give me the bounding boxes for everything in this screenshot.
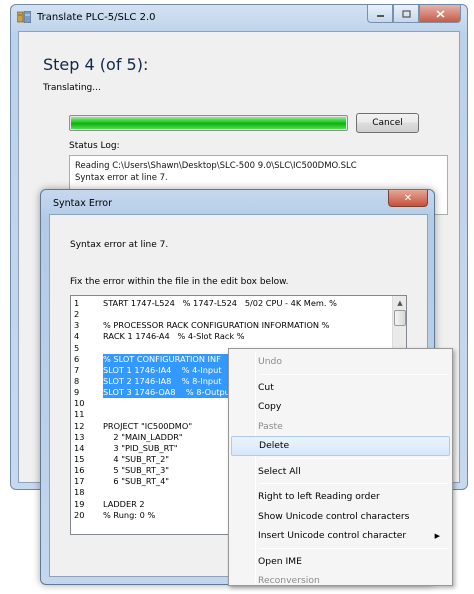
menu-item-label: Cut: [258, 381, 274, 393]
line-number: 16: [74, 465, 85, 476]
chevron-right-icon: ▶: [434, 532, 440, 540]
minimize-icon: [376, 14, 384, 17]
status-log-label: Status Log:: [69, 141, 120, 151]
line-number: 9: [74, 387, 80, 398]
line-number: 3: [74, 320, 80, 331]
line-text: START 1747-L524 % 1747-L524 5/02 CPU - 4…: [103, 298, 337, 308]
line-number: 19: [74, 498, 85, 509]
line-number: 4: [74, 331, 80, 342]
menu-separator: [259, 457, 448, 459]
line-number: 12: [74, 420, 85, 431]
line-number: 7: [74, 364, 80, 375]
title-bar[interactable]: Translate PLC-5/SLC 2.0: [11, 5, 467, 31]
cancel-button[interactable]: Cancel: [356, 113, 419, 133]
menu-item-label: Undo: [258, 356, 283, 367]
menu-item-label: Show Unicode control characters: [258, 510, 410, 522]
menu-item-label: Select All: [258, 465, 301, 477]
progress-fill: [71, 117, 346, 129]
code-line[interactable]: 2: [71, 309, 392, 320]
menu-item-insert-unicode-control-character[interactable]: Insert Unicode control character ▶: [231, 526, 450, 546]
line-number: 14: [74, 442, 85, 453]
code-line[interactable]: 4 RACK 1 1746-A4 % 4-Slot Rack %: [71, 331, 392, 342]
close-button[interactable]: [419, 5, 461, 23]
dialog-close-button[interactable]: ✕: [388, 190, 428, 207]
menu-item-label: Reconversion: [258, 575, 320, 586]
line-text: LADDER 2: [103, 498, 145, 509]
menu-item-label: Delete: [259, 440, 290, 451]
line-number: 2: [74, 309, 80, 320]
line-text: 5 "SUB_RT_3": [103, 465, 170, 476]
menu-item-label: Copy: [258, 401, 282, 412]
line-number: 15: [74, 453, 85, 464]
line-text: PROJECT "IC500DMO": [103, 420, 193, 431]
line-number: 10: [74, 398, 85, 409]
menu-item-label: Paste: [258, 420, 283, 432]
maximize-icon: [401, 9, 411, 18]
menu-separator: [259, 483, 448, 484]
line-number: 13: [74, 431, 85, 442]
translate-app-icon: [17, 11, 31, 23]
line-number: 11: [74, 409, 85, 420]
menu-item-show-unicode-control-characters[interactable]: Show Unicode control characters: [231, 507, 450, 527]
menu-item-right-to-left-reading-order[interactable]: Right to left Reading order: [231, 487, 450, 507]
scroll-thumb[interactable]: [394, 310, 406, 326]
error-message: Syntax error at line 7.: [70, 240, 169, 250]
code-line[interactable]: 1 START 1747-L524 % 1747-L524 5/02 CPU - …: [71, 298, 392, 309]
line-text: 2 "MAIN_LADDR": [103, 431, 183, 442]
context-menu: Undo Cut Copy Paste Delete Select All Right to…: [228, 348, 453, 586]
close-icon: ✕: [403, 192, 413, 204]
line-number: 20: [74, 509, 85, 520]
line-number: 18: [74, 487, 85, 498]
menu-item-delete[interactable]: Delete: [231, 436, 450, 456]
status-log-line: Reading C:\Users\Shawn\Desktop\SLC-500 9…: [75, 161, 357, 171]
menu-item-open-ime[interactable]: Open IME: [231, 552, 450, 572]
line-number: 1: [74, 298, 80, 308]
line-text: % PROCESSOR RACK CONFIGURATION INFORMATI…: [103, 320, 330, 331]
menu-item-label: Insert Unicode control character: [258, 530, 407, 541]
scroll-up-icon[interactable]: ▲: [394, 296, 406, 309]
status-text: Translating...: [43, 83, 101, 93]
maximize-button[interactable]: [393, 5, 419, 23]
line-number: 6: [74, 353, 80, 364]
code-line[interactable]: 3 % PROCESSOR RACK CONFIGURATION INFORMAT…: [71, 320, 392, 331]
menu-item-paste: Paste: [231, 417, 450, 437]
line-text: 6 "SUB_RT_4": [103, 476, 170, 487]
menu-item-cut[interactable]: Cut: [231, 378, 450, 398]
step-title: Step 4 (of 5):: [43, 55, 149, 74]
line-number: 5: [74, 342, 80, 353]
menu-item-reconversion: Reconversion: [231, 571, 450, 591]
close-icon: [435, 9, 445, 18]
window-title: Translate PLC-5/SLC 2.0: [37, 12, 156, 23]
progress-bar: [69, 115, 348, 131]
menu-item-label: Open IME: [258, 555, 302, 567]
line-number: 17: [74, 476, 85, 487]
caption-buttons: [367, 5, 461, 23]
status-log-line: Syntax error at line 7.: [75, 173, 168, 183]
line-text: % Rung: 0 %: [103, 509, 156, 520]
line-text: RACK 1 1746-A4 % 4-Slot Rack %: [103, 331, 245, 342]
menu-item-undo: Undo: [231, 352, 450, 372]
menu-item-select-all[interactable]: Select All: [231, 462, 450, 482]
menu-item-label: Right to left Reading order: [258, 491, 380, 502]
menu-separator: [259, 373, 448, 375]
line-text: 4 "SUB_RT_2": [103, 453, 170, 464]
menu-separator: [259, 547, 448, 549]
line-text: 3 "PID_SUB_RT": [103, 442, 178, 453]
dialog-title: Syntax Error: [53, 198, 113, 209]
line-number: 8: [74, 375, 80, 386]
menu-item-copy[interactable]: Copy: [231, 397, 450, 417]
error-instruction: Fix the error within the file in the edi…: [70, 277, 289, 287]
minimize-button[interactable]: [367, 5, 393, 23]
